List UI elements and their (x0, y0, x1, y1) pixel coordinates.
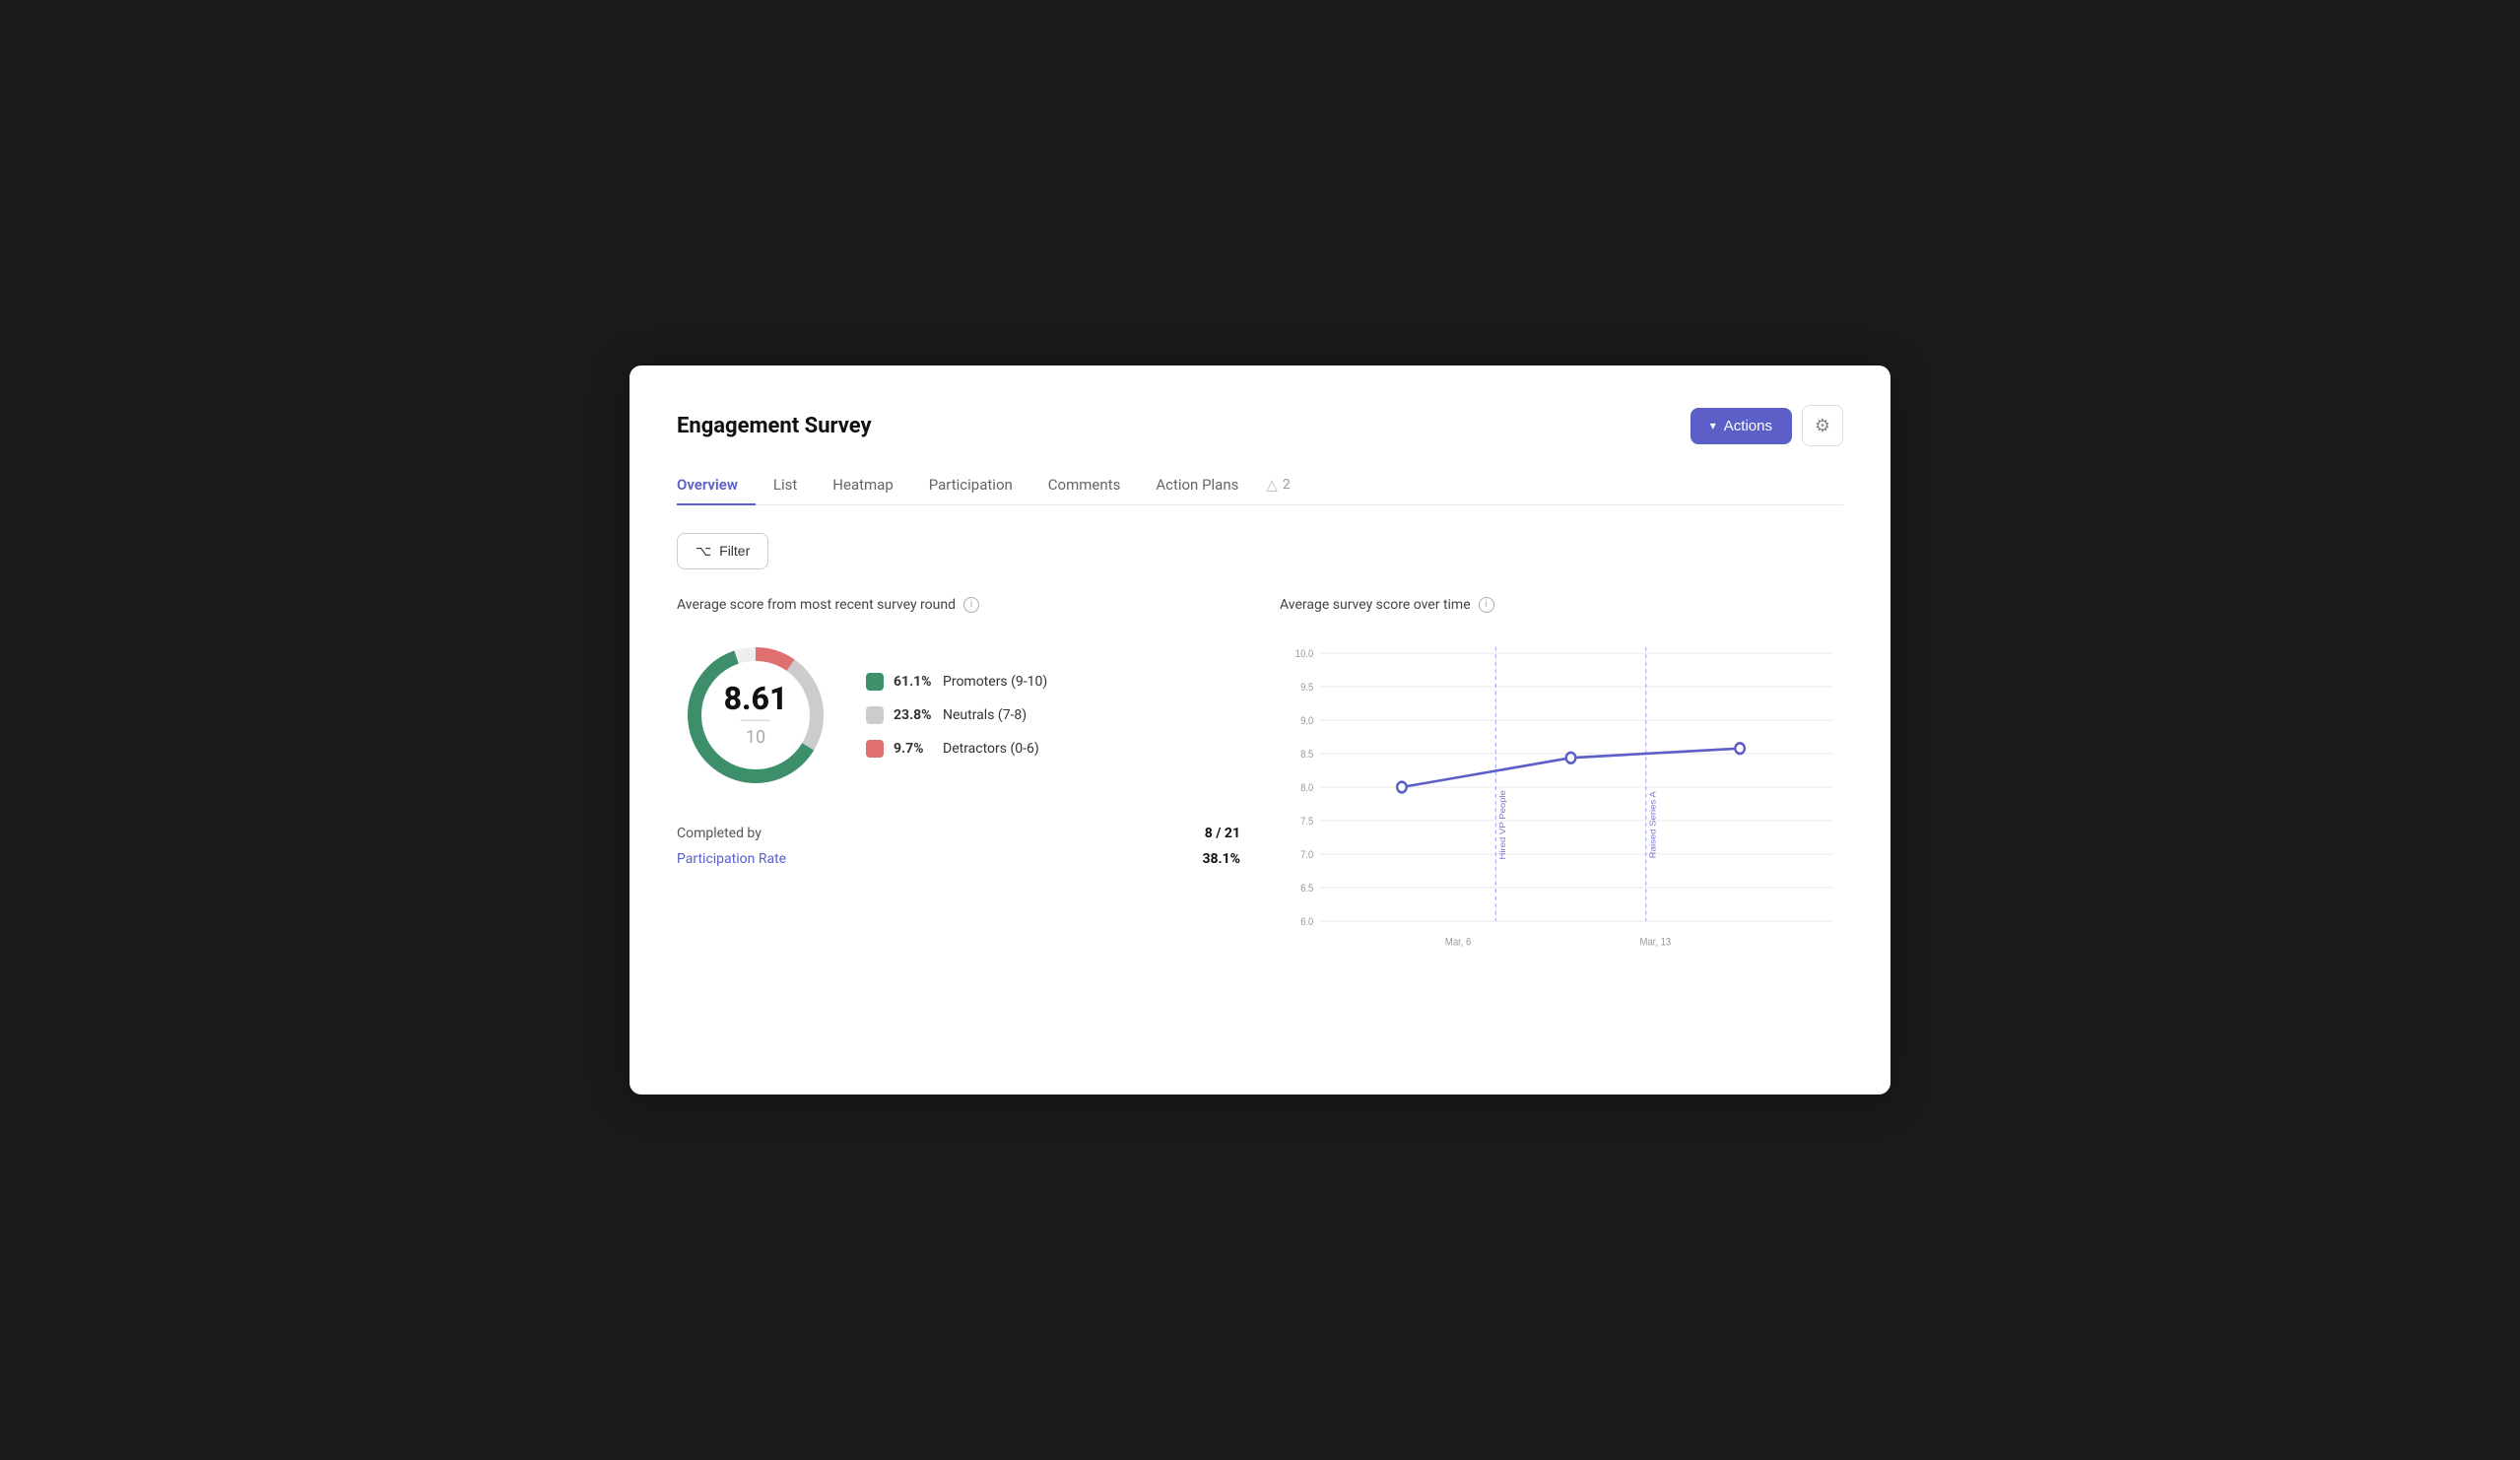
donut-center: 8.61 10 (724, 682, 788, 748)
right-info-icon[interactable]: i (1479, 597, 1494, 613)
filter-icon: ⌥ (696, 543, 711, 560)
tab-overview[interactable]: Overview (677, 466, 756, 505)
svg-text:Mar, 6: Mar, 6 (1445, 937, 1472, 949)
filter-bar: ⌥ Filter (677, 533, 1843, 569)
svg-text:7.0: 7.0 (1300, 849, 1314, 861)
score-section: 8.61 10 61.1% Promoters (9-10) 23.8% (677, 636, 1240, 794)
legend-item-neutrals: 23.8% Neutrals (7-8) (866, 706, 1047, 724)
completed-by-label: Completed by (677, 826, 762, 841)
tab-action-plans[interactable]: Action Plans (1138, 466, 1256, 505)
neutrals-pct: 23.8% (894, 707, 933, 723)
legend-item-detractors: 9.7% Detractors (0-6) (866, 740, 1047, 758)
page-title: Engagement Survey (677, 414, 872, 438)
donut-score: 8.61 (724, 682, 788, 713)
svg-text:Hired VP People: Hired VP People (1497, 790, 1506, 859)
left-section-title: Average score from most recent survey ro… (677, 597, 1240, 613)
tab-participation[interactable]: Participation (911, 466, 1030, 505)
promoters-label: Promoters (9-10) (943, 674, 1047, 690)
svg-text:9.5: 9.5 (1300, 682, 1314, 694)
warning-icon: △ (1266, 476, 1278, 494)
neutrals-label: Neutrals (7-8) (943, 707, 1027, 723)
svg-text:6.5: 6.5 (1300, 883, 1314, 895)
tab-list[interactable]: List (756, 466, 815, 505)
filter-button[interactable]: ⌥ Filter (677, 533, 768, 569)
donut-divider (741, 719, 770, 721)
donut-max: 10 (724, 727, 788, 748)
right-section-title: Average survey score over time i (1280, 597, 1843, 613)
detractors-pct: 9.7% (894, 741, 933, 757)
svg-text:Mar, 13: Mar, 13 (1639, 937, 1671, 949)
chart-svg-wrapper: .grid-line { stroke: #e8e8e8; stroke-wid… (1280, 636, 1843, 971)
settings-button[interactable]: ⚙ (1802, 405, 1843, 446)
svg-text:8.0: 8.0 (1300, 782, 1314, 794)
svg-text:9.0: 9.0 (1300, 715, 1314, 727)
promoters-dot (866, 673, 884, 691)
tab-heatmap[interactable]: Heatmap (815, 466, 910, 505)
main-window: Engagement Survey ▾ Actions ⚙ Overview L… (630, 365, 1890, 1095)
stats-row: Completed by 8 / 21 Participation Rate 3… (677, 826, 1240, 867)
left-info-icon[interactable]: i (963, 597, 979, 613)
svg-text:10.0: 10.0 (1295, 648, 1314, 660)
donut-chart: 8.61 10 (677, 636, 834, 794)
warning-badge[interactable]: △ 2 (1256, 466, 1299, 503)
participation-rate-link[interactable]: Participation Rate (677, 851, 786, 867)
legend-item-promoters: 61.1% Promoters (9-10) (866, 673, 1047, 691)
legend: 61.1% Promoters (9-10) 23.8% Neutrals (7… (866, 673, 1047, 758)
svg-text:6.0: 6.0 (1300, 916, 1314, 928)
right-panel: Average survey score over time i .grid-l… (1280, 597, 1843, 971)
chevron-down-icon: ▾ (1710, 419, 1716, 432)
participation-rate-row: Participation Rate 38.1% (677, 851, 1240, 867)
actions-button[interactable]: ▾ Actions (1691, 408, 1792, 444)
nav-tabs: Overview List Heatmap Participation Comm… (677, 466, 1843, 505)
header: Engagement Survey ▾ Actions ⚙ (677, 405, 1843, 446)
completed-by-value: 8 / 21 (1205, 826, 1240, 841)
content-grid: Average score from most recent survey ro… (677, 597, 1843, 971)
svg-text:7.5: 7.5 (1300, 816, 1314, 828)
warning-count: 2 (1283, 477, 1291, 493)
promoters-pct: 61.1% (894, 674, 933, 690)
neutrals-dot (866, 706, 884, 724)
completed-by-row: Completed by 8 / 21 (677, 826, 1240, 841)
tab-comments[interactable]: Comments (1030, 466, 1139, 505)
gear-icon: ⚙ (1815, 416, 1830, 436)
svg-text:8.5: 8.5 (1300, 749, 1314, 761)
left-panel: Average score from most recent survey ro… (677, 597, 1240, 971)
header-actions: ▾ Actions ⚙ (1691, 405, 1843, 446)
svg-text:Raised Series A: Raised Series A (1648, 790, 1657, 858)
participation-rate-value: 38.1% (1202, 851, 1240, 867)
detractors-label: Detractors (0-6) (943, 741, 1039, 757)
detractors-dot (866, 740, 884, 758)
